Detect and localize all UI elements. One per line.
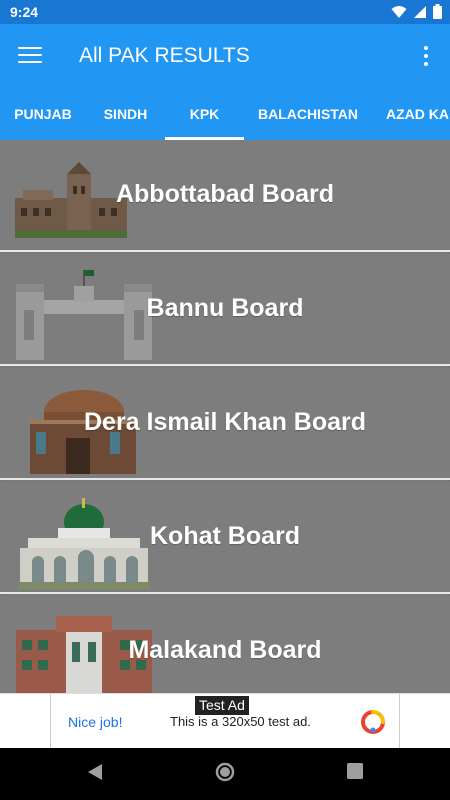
home-icon[interactable] <box>215 762 235 782</box>
tab-bar: PUNJAB SINDH KPK BALACHISTAN AZAD KA <box>0 88 450 140</box>
ad-tag: Test Ad <box>195 696 249 715</box>
wifi-icon <box>391 5 407 18</box>
board-card-malakand[interactable]: Malakand Board <box>0 596 450 693</box>
board-card-dera-ismail-khan[interactable]: Dera Ismail Khan Board <box>0 368 450 480</box>
navigation-bar <box>0 748 450 800</box>
menu-icon[interactable] <box>18 44 42 68</box>
app-bar: All PAK RESULTS <box>0 24 450 88</box>
tab-sindh[interactable]: SINDH <box>86 88 165 140</box>
status-icons <box>391 4 442 19</box>
board-label: Abbottabad Board <box>115 180 335 208</box>
battery-icon <box>433 4 442 19</box>
tab-kpk[interactable]: KPK <box>165 88 244 140</box>
ad-body[interactable]: This is a 320x50 test ad. <box>170 714 311 729</box>
board-card-bannu[interactable]: Bannu Board <box>0 254 450 366</box>
more-options-icon[interactable] <box>420 44 432 68</box>
board-card-abbottabad[interactable]: Abbottabad Board <box>0 140 450 252</box>
ad-headline[interactable]: Nice job! <box>68 714 122 730</box>
signal-icon <box>414 5 426 18</box>
board-list[interactable]: Abbottabad Board Bannu Board Dera Ismail… <box>0 140 450 693</box>
board-label: Bannu Board <box>146 294 304 322</box>
back-icon[interactable] <box>86 762 104 782</box>
board-label: Dera Ismail Khan Board <box>83 408 367 436</box>
status-bar: 9:24 <box>0 0 450 24</box>
app-title: All PAK RESULTS <box>79 44 250 67</box>
ad-logo-icon[interactable] <box>360 709 386 735</box>
tab-punjab[interactable]: PUNJAB <box>0 88 86 140</box>
board-label: Malakand Board <box>128 636 322 664</box>
board-label: Kohat Board <box>150 522 300 550</box>
tab-balachistan[interactable]: BALACHISTAN <box>244 88 372 140</box>
recents-icon[interactable] <box>346 762 364 780</box>
board-card-kohat[interactable]: Kohat Board <box>0 482 450 594</box>
tab-azad-kashmir[interactable]: AZAD KA <box>372 88 450 140</box>
status-time: 9:24 <box>10 4 39 20</box>
